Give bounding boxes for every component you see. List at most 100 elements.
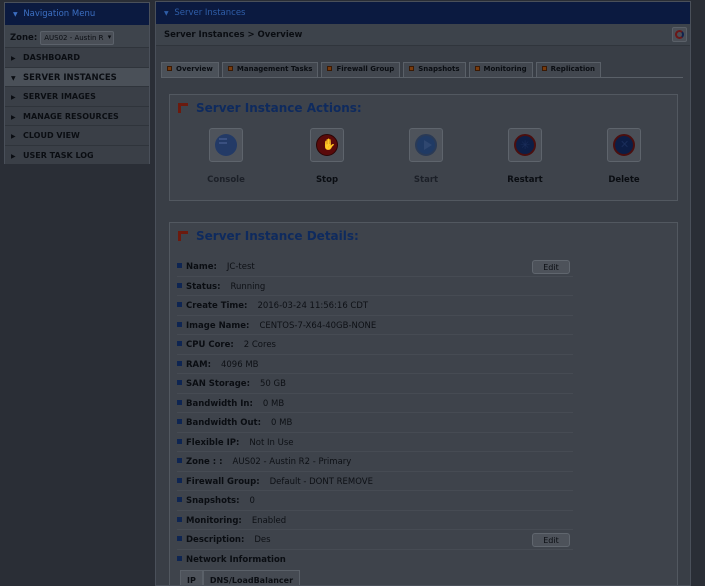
section-icon (178, 103, 188, 113)
detail-key: Name: (186, 262, 217, 272)
tab-icon (474, 66, 480, 71)
sidebar-item-server-images[interactable]: ▶ SERVER IMAGES (5, 86, 149, 106)
refresh-button[interactable] (672, 27, 687, 42)
restart-button[interactable] (508, 128, 542, 162)
detail-value: Enabled (251, 515, 287, 526)
console-action[interactable]: Console (186, 128, 266, 185)
delete-icon (613, 134, 635, 156)
tab-firewall-group[interactable]: Firewall Group (321, 62, 401, 77)
stop-label: Stop (315, 175, 339, 185)
tab-snapshots[interactable]: Snapshots (403, 62, 466, 77)
start-button[interactable] (409, 128, 443, 162)
zone-select[interactable]: AUS02 - Austin R ▾ (40, 31, 115, 45)
delete-button[interactable] (607, 128, 641, 162)
network-tab-bar: IP DNS/LoadBalancer (180, 570, 301, 585)
detail-value: 0 MB (262, 398, 285, 409)
detail-key: Bandwidth Out: (186, 418, 262, 428)
detail-row-monitoring: Monitoring: Enabled (177, 511, 573, 530)
navigation-menu: ▼ Navigation Menu Zone: AUS02 - Austin R… (4, 2, 150, 164)
detail-value: Default - DONT REMOVE (269, 476, 373, 487)
stop-button[interactable] (310, 128, 344, 162)
bullet-icon (177, 477, 182, 483)
detail-value: 2016-03-24 11:56:16 CDT (257, 301, 369, 311)
start-label: Start (413, 175, 439, 185)
console-label: Console (207, 175, 245, 185)
detail-value: 2 Cores (243, 340, 276, 350)
detail-value: 50 GB (259, 379, 286, 389)
detail-row-status: Status: Running (177, 277, 573, 296)
zone-label: Zone: (10, 33, 38, 43)
tab-ip[interactable]: IP (180, 570, 203, 585)
detail-key: Bandwidth In: (186, 398, 253, 409)
detail-row-cpu-core: CPU Core: 2 Cores (177, 335, 573, 355)
detail-key: SAN Storage: (186, 379, 250, 389)
sidebar-item-cloud-view[interactable]: ▶ CLOUD VIEW (5, 125, 149, 145)
bullet-right-icon: ▶ (11, 55, 16, 62)
detail-row-ram: RAM: 4096 MB (177, 355, 573, 374)
navigation-menu-header[interactable]: ▼ Navigation Menu (5, 3, 149, 25)
bullet-icon (177, 497, 182, 502)
navigation-menu-title: Navigation Menu (23, 9, 96, 19)
tab-icon (167, 66, 172, 71)
detail-key: CPU Core: (186, 340, 234, 350)
collapse-arrow-icon: ▼ (164, 10, 169, 17)
tab-bar: Overview Management Tasks Firewall Group… (161, 62, 604, 78)
bullet-icon (177, 536, 182, 541)
console-icon (215, 134, 237, 156)
sidebar-item-label: USER TASK LOG (23, 150, 94, 160)
nav-list: ▶ DASHBOARD ▼ SERVER INSTANCES ▶ SERVER IMA… (5, 47, 149, 164)
sidebar-item-label: SERVER INSTANCES (23, 72, 117, 83)
sidebar-item-label: DASHBOARD (23, 53, 80, 62)
tab-label: Firewall Group (336, 65, 395, 73)
bullet-icon (177, 360, 182, 366)
zone-selector-row: Zone: AUS02 - Austin R ▾ (5, 25, 149, 47)
zone-select-value: AUS02 - Austin R (44, 34, 104, 42)
bullet-right-icon: ▶ (11, 94, 16, 101)
tab-icon (327, 66, 333, 71)
stop-action[interactable]: Stop (287, 128, 367, 185)
sidebar-item-dashboard[interactable]: ▶ DASHBOARD (5, 47, 149, 67)
tab-dns-loadbalancer[interactable]: DNS/LoadBalancer (202, 570, 301, 585)
console-button[interactable] (209, 128, 243, 162)
detail-value: 0 (249, 496, 255, 506)
bullet-down-icon: ▼ (11, 74, 16, 82)
bullet-icon (177, 321, 182, 327)
edit-description-button[interactable]: Edit (532, 533, 570, 547)
play-icon (415, 134, 437, 156)
restart-icon (514, 134, 536, 156)
detail-row-description: Description: Des (177, 530, 573, 550)
detail-value: JC-test (226, 262, 255, 272)
detail-key: Description: (186, 535, 245, 545)
start-action[interactable]: Start (386, 128, 466, 185)
collapse-arrow-icon: ▼ (13, 11, 18, 18)
delete-action[interactable]: Delete (584, 128, 664, 185)
tab-monitoring[interactable]: Monitoring (468, 62, 533, 77)
bullet-icon (177, 263, 182, 268)
edit-name-button[interactable]: Edit (532, 260, 570, 274)
detail-value: 4096 MB (220, 359, 259, 370)
main-panel-header[interactable]: ▼ Server Instances (156, 2, 690, 24)
detail-row-zone: Zone : : AUS02 - Austin R2 - Primary (177, 452, 573, 472)
restart-action[interactable]: Restart (485, 128, 565, 185)
bullet-icon (177, 458, 182, 463)
detail-value: AUS02 - Austin R2 - Primary (232, 457, 352, 467)
detail-row-bandwidth-out: Bandwidth Out: 0 MB (177, 413, 573, 433)
server-instance-details: Server Instance Details: Name: JC-test Ed… (169, 222, 678, 585)
bullet-right-icon: ▶ (11, 133, 16, 140)
detail-value: Not In Use (249, 437, 294, 448)
bullet-icon (177, 341, 182, 346)
tab-overview[interactable]: Overview (161, 62, 219, 78)
actions-title-text: Server Instance Actions: (196, 101, 362, 115)
tab-replication[interactable]: Replication (535, 62, 602, 77)
detail-key: RAM: (186, 359, 211, 370)
bullet-right-icon: ▶ (11, 152, 16, 160)
sidebar-item-server-instances[interactable]: ▼ SERVER INSTANCES (5, 66, 149, 86)
sidebar-item-user-task-log[interactable]: ▶ USER TASK LOG (5, 144, 149, 164)
detail-value: CENTOS-7-X64-40GB-NONE (259, 320, 377, 331)
detail-key: Image Name: (186, 320, 250, 331)
detail-row-flexible-ip: Flexible IP: Not In Use (177, 433, 573, 452)
tab-label: Replication (550, 65, 596, 73)
tab-management-tasks[interactable]: Management Tasks (221, 62, 319, 77)
detail-key: Flexible IP: (186, 437, 240, 448)
sidebar-item-manage-resources[interactable]: ▶ MANAGE RESOURCES (5, 105, 149, 125)
